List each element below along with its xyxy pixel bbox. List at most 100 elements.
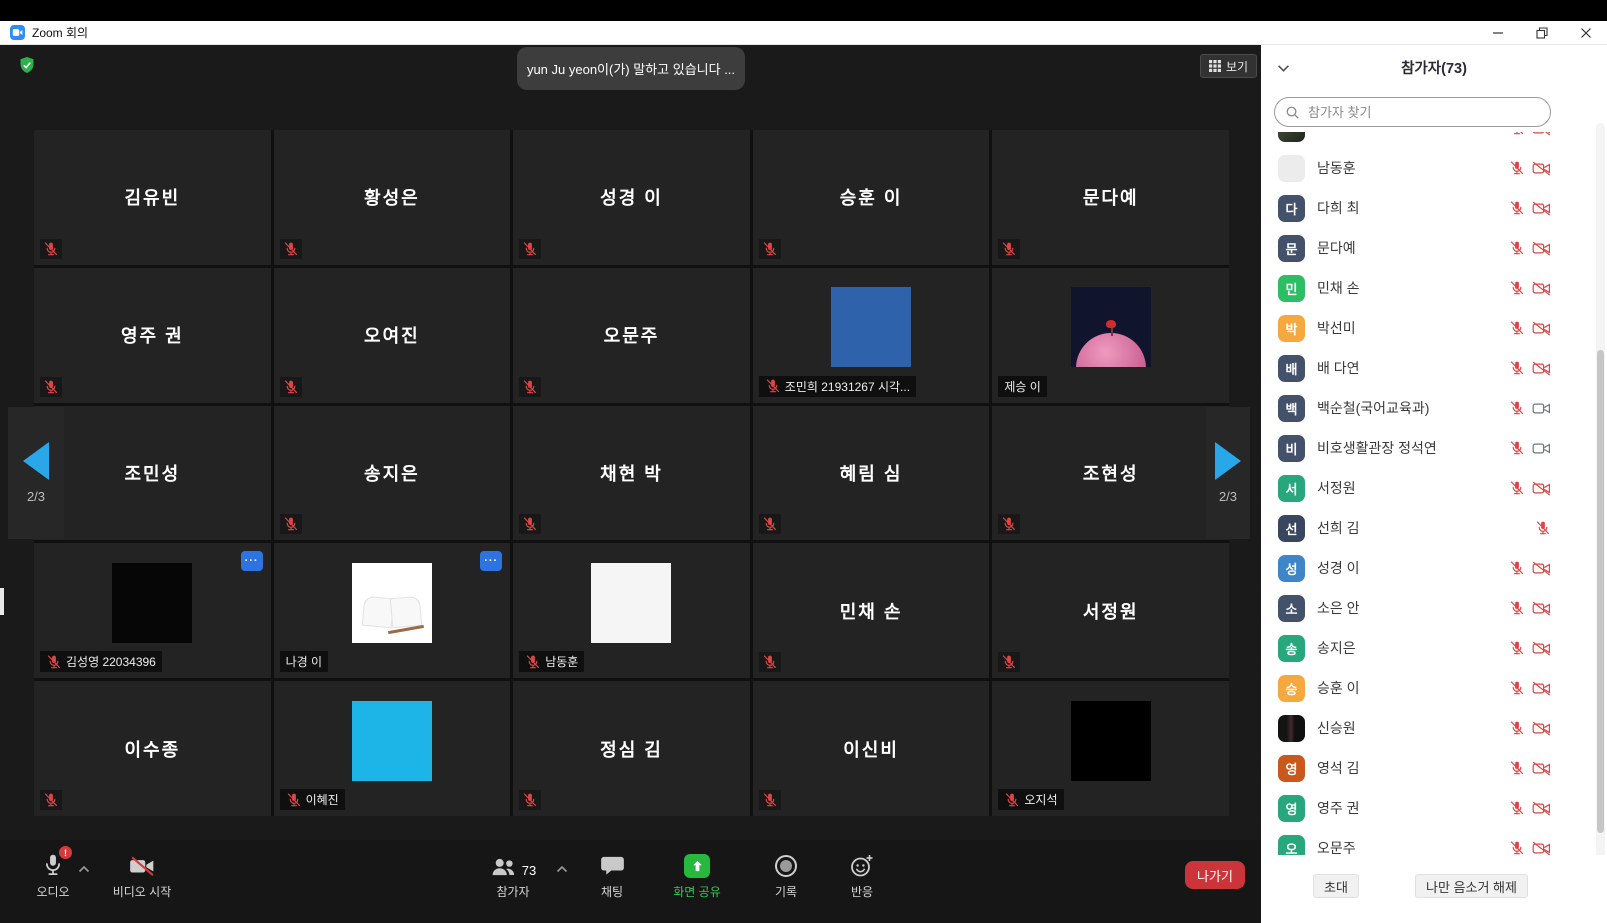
participant-search-box[interactable] xyxy=(1274,97,1551,127)
video-tile[interactable]: 나경 이··· xyxy=(274,543,511,678)
avatar: 영 xyxy=(1278,755,1305,782)
participant-row[interactable]: 비비호생활관장 정석연 xyxy=(1261,428,1557,468)
mic-muted-icon xyxy=(1509,320,1525,336)
leave-button[interactable]: 나가기 xyxy=(1185,861,1245,889)
tile-name-label: 조민희 21931267 시각... xyxy=(759,376,916,397)
video-tile[interactable]: 혜림 심 xyxy=(753,406,990,541)
participant-row[interactable]: 영영주 권 xyxy=(1261,788,1557,828)
unmute-self-button[interactable]: 나만 음소거 해제 xyxy=(1415,874,1528,898)
close-icon[interactable] xyxy=(1579,26,1593,40)
video-tile[interactable]: 송지은 xyxy=(274,406,511,541)
grid-prev-page-button[interactable]: 2/3 xyxy=(8,407,64,539)
participant-name: 남동훈 xyxy=(1317,158,1509,178)
chat-button[interactable]: 채팅 xyxy=(584,850,640,900)
tile-mic-muted-icon xyxy=(519,377,541,397)
mic-muted-icon xyxy=(1509,400,1525,416)
tile-participant-name: 조현성 xyxy=(992,406,1229,541)
participant-row[interactable]: 신승원 xyxy=(1261,708,1557,748)
mic-muted-icon xyxy=(1535,520,1551,536)
participant-row[interactable]: 박박선미 xyxy=(1261,308,1557,348)
video-tile[interactable]: 이수종 xyxy=(34,681,271,816)
tile-participant-name: 황성은 xyxy=(274,130,511,265)
video-tile[interactable]: 김성영 22034396 ··· xyxy=(34,543,271,678)
participant-row[interactable]: 배배 다연 xyxy=(1261,348,1557,388)
participant-row[interactable]: 선선희 김 xyxy=(1261,508,1557,548)
participant-row[interactable]: 송송지은 xyxy=(1261,628,1557,668)
video-tile[interactable]: 제승 이 xyxy=(992,268,1229,403)
reactions-button[interactable]: 반응 xyxy=(832,850,892,900)
video-tile[interactable]: 김유빈 xyxy=(34,130,271,265)
audio-button[interactable]: ! 오디오 xyxy=(22,850,84,900)
record-button[interactable]: 기록 xyxy=(758,850,814,900)
restore-button[interactable] xyxy=(1535,26,1549,40)
share-screen-button[interactable]: 화면 공유 xyxy=(658,850,736,900)
video-tile[interactable]: 남동훈 xyxy=(513,543,750,678)
start-video-button[interactable]: 비디오 시작 xyxy=(104,850,180,900)
video-tile[interactable]: 이신비 xyxy=(753,681,990,816)
tile-name-label: 김성영 22034396 xyxy=(40,651,162,672)
participant-row[interactable]: 남동훈 xyxy=(1261,148,1557,188)
tile-participant-name: 문다예 xyxy=(992,130,1229,265)
avatar: 다 xyxy=(1278,195,1305,222)
participant-row[interactable]: 소소은 안 xyxy=(1261,588,1557,628)
video-tile[interactable]: 이혜진 xyxy=(274,681,511,816)
avatar: 소 xyxy=(1278,595,1305,622)
participant-row[interactable]: 문문다예 xyxy=(1261,228,1557,268)
audio-options-chevron[interactable] xyxy=(78,860,90,878)
participant-row[interactable]: 오오문주 xyxy=(1261,828,1557,855)
participants-list: 남동훈다다희 최문문다예민민채 손박박선미배배 다연백백순철(국어교육과)비비호… xyxy=(1261,132,1557,855)
tile-more-options-button[interactable]: ··· xyxy=(241,551,263,571)
tile-participant-name: 혜림 심 xyxy=(753,406,990,541)
participant-row[interactable]: 승승훈 이 xyxy=(1261,668,1557,708)
video-tile[interactable]: 민채 손 xyxy=(753,543,990,678)
video-tile[interactable]: 영주 권 xyxy=(34,268,271,403)
participant-row[interactable]: 민민채 손 xyxy=(1261,268,1557,308)
arrow-right-icon xyxy=(1215,442,1241,480)
participants-button[interactable]: 73 참가자 xyxy=(478,850,548,900)
tile-mic-muted-icon xyxy=(998,514,1020,534)
window-title: Zoom 회의 xyxy=(32,24,88,41)
mic-muted-icon xyxy=(1509,240,1525,256)
participants-scrollbar[interactable] xyxy=(1596,123,1605,861)
grid-next-page-button[interactable]: 2/3 xyxy=(1206,407,1250,539)
bottom-toolbar: ! 오디오 비디오 시작 73 참가자 xyxy=(0,840,1261,923)
participant-search-input[interactable] xyxy=(1306,104,1540,121)
participants-options-chevron[interactable] xyxy=(556,860,568,878)
participants-panel-footer: 초대 나만 음소거 해제 xyxy=(1261,855,1607,923)
tile-participant-name: 오지석 xyxy=(1024,791,1057,808)
participant-row[interactable]: 성성경 이 xyxy=(1261,548,1557,588)
video-tile[interactable]: 정심 김 xyxy=(513,681,750,816)
minimize-button[interactable] xyxy=(1491,26,1505,40)
avatar: 선 xyxy=(1278,515,1305,542)
video-tile[interactable]: 서정원 xyxy=(992,543,1229,678)
video-tile[interactable]: 오지석 xyxy=(992,681,1229,816)
scrollbar-thumb[interactable] xyxy=(1597,350,1604,833)
video-tile[interactable]: 채현 박 xyxy=(513,406,750,541)
participant-row[interactable]: 백백순철(국어교육과) xyxy=(1261,388,1557,428)
mic-muted-icon xyxy=(1509,640,1525,656)
mic-muted-icon xyxy=(1509,720,1525,736)
security-shield-icon[interactable] xyxy=(19,56,35,81)
participant-name: 문다예 xyxy=(1317,238,1509,258)
video-tile[interactable]: 조민희 21931267 시각... xyxy=(753,268,990,403)
reactions-smiley-icon xyxy=(850,854,874,878)
video-tile[interactable]: 성경 이 xyxy=(513,130,750,265)
participant-row[interactable]: 서서정원 xyxy=(1261,468,1557,508)
video-tile[interactable]: 문다예 xyxy=(992,130,1229,265)
video-muted-icon xyxy=(1532,161,1551,176)
video-muted-icon xyxy=(1532,801,1551,816)
participant-name: 신승원 xyxy=(1317,718,1509,738)
participant-row[interactable]: 영영석 김 xyxy=(1261,748,1557,788)
video-tile[interactable]: 오여진 xyxy=(274,268,511,403)
video-tile[interactable]: 오문주 xyxy=(513,268,750,403)
video-tile[interactable]: 황성은 xyxy=(274,130,511,265)
participant-name: 배 다연 xyxy=(1317,358,1509,378)
video-tile[interactable]: 조현성 xyxy=(992,406,1229,541)
participant-row[interactable]: 다다희 최 xyxy=(1261,188,1557,228)
view-button[interactable]: 보기 xyxy=(1200,54,1257,78)
video-tile[interactable]: 승훈 이 xyxy=(753,130,990,265)
video-tile[interactable]: 조민성 xyxy=(34,406,271,541)
tile-more-options-button[interactable]: ··· xyxy=(480,551,502,571)
participant-row[interactable] xyxy=(1261,132,1557,148)
invite-button[interactable]: 초대 xyxy=(1313,874,1359,898)
